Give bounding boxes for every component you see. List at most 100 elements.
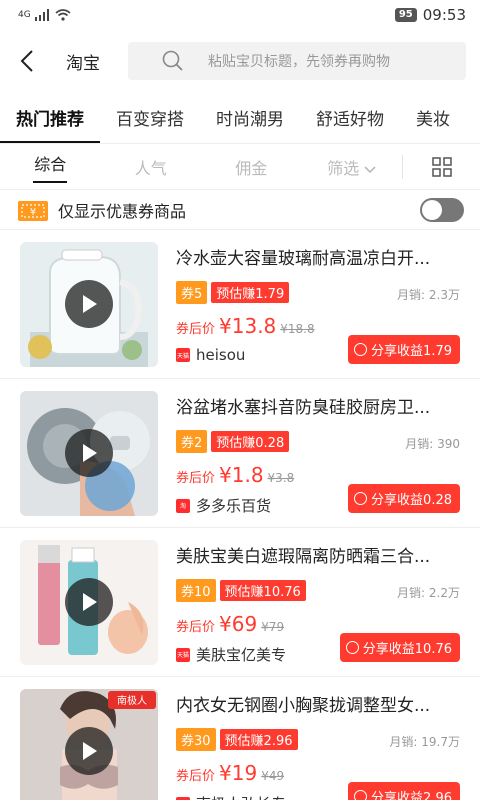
share-label: 分享收益2.96: [371, 791, 452, 800]
tmall-icon: 天猫: [176, 796, 190, 800]
product-title[interactable]: 内衣女无钢圈小胸聚拢调整型女...: [176, 691, 450, 716]
price-label: 券后价: [176, 322, 216, 337]
taobao-icon: 淘: [176, 498, 190, 513]
share-icon: [354, 492, 368, 505]
play-icon[interactable]: [65, 727, 113, 775]
price-value: ¥13.8: [219, 314, 277, 338]
product-title[interactable]: 浴盆堵水塞抖音防臭硅胶厨房卫...: [176, 393, 450, 418]
product-title[interactable]: 美肤宝美白遮瑕隔离防晒霜三合...: [176, 542, 450, 567]
price-label: 券后价: [176, 769, 216, 784]
coupon-filter-label: 仅显示优惠券商品: [58, 201, 187, 221]
coupon-badge: 券30: [176, 728, 216, 751]
earn-badge: 预估赚1.79: [211, 282, 290, 303]
monthly-sales: 月销: 2.3万: [397, 288, 460, 302]
original-price: ¥49: [261, 769, 285, 783]
coupon-icon: ¥: [18, 200, 48, 221]
product-thumbnail[interactable]: 南极人: [20, 689, 158, 800]
search-input[interactable]: 粘贴宝贝标题，先领券再购物: [128, 42, 466, 80]
share-earnings-button[interactable]: 分享收益1.79: [348, 335, 460, 364]
original-price: ¥79: [261, 620, 285, 634]
share-earnings-button[interactable]: 分享收益0.28: [348, 484, 460, 513]
play-icon[interactable]: [65, 280, 113, 328]
share-label: 分享收益10.76: [362, 642, 452, 657]
monthly-sales: 月销: 390: [405, 437, 460, 451]
coupon-badge: 券2: [176, 430, 208, 453]
coupon-filter-row: ¥ 仅显示优惠券商品: [0, 190, 480, 230]
share-earnings-button[interactable]: 分享收益10.76: [339, 633, 460, 662]
tab-outfits[interactable]: 百变穿搭: [100, 92, 200, 143]
svg-text:南极人: 南极人: [117, 694, 147, 707]
monthly-sales: 月销: 2.2万: [397, 586, 460, 600]
status-bar: 4G 95 09:53: [0, 0, 480, 30]
earn-badge: 预估赚0.28: [211, 431, 290, 452]
sort-commission[interactable]: 佣金: [201, 155, 302, 179]
share-label: 分享收益0.28: [371, 493, 452, 508]
monthly-sales: 月销: 19.7万: [389, 735, 460, 749]
battery-indicator: 95: [394, 8, 417, 22]
page-title: 淘宝: [66, 53, 100, 74]
product-item[interactable]: 浴盆堵水塞抖音防臭硅胶厨房卫... 券2 预估赚0.28 月销: 390 券后价…: [0, 379, 480, 528]
tmall-icon: 天猫: [176, 348, 190, 362]
coupon-filter-toggle[interactable]: [420, 197, 464, 222]
play-icon[interactable]: [65, 578, 113, 626]
price-label: 券后价: [176, 620, 216, 635]
product-info: 内衣女无钢圈小胸聚拢调整型女... 券30 预估赚2.96 月销: 19.7万 …: [176, 689, 460, 800]
clock: 09:53: [422, 6, 466, 24]
tmall-icon: 天猫: [176, 647, 190, 662]
price-value: ¥1.8: [219, 463, 264, 487]
tab-beauty[interactable]: 美妆: [400, 92, 466, 143]
product-thumbnail[interactable]: [20, 242, 158, 367]
sort-filter[interactable]: 筛选: [302, 155, 403, 179]
product-info: 美肤宝美白遮瑕隔离防晒霜三合... 券10 预估赚10.76 月销: 2.2万 …: [176, 540, 460, 664]
sort-bar: 综合 人气 佣金 筛选: [0, 144, 480, 190]
product-title[interactable]: 冷水壶大容量玻璃耐高温凉白开...: [176, 244, 450, 269]
header: 淘宝 粘贴宝贝标题，先领券再购物: [0, 30, 480, 92]
product-thumbnail[interactable]: [20, 391, 158, 516]
search-icon: [162, 50, 183, 71]
shop-name: heisou: [196, 346, 246, 364]
shop-name: 美肤宝亿美专: [196, 646, 287, 664]
original-price: ¥3.8: [267, 471, 295, 485]
wifi-icon: [55, 9, 71, 21]
product-info: 冷水壶大容量玻璃耐高温凉白开... 券5 预估赚1.79 月销: 2.3万 券后…: [176, 242, 460, 366]
product-list: 冷水壶大容量玻璃耐高温凉白开... 券5 预估赚1.79 月销: 2.3万 券后…: [0, 230, 480, 800]
share-icon: [354, 343, 368, 356]
chevron-down-icon: [364, 165, 376, 173]
shop-name: 南极人弘长专: [196, 793, 286, 800]
share-earnings-button[interactable]: 分享收益2.96: [348, 782, 460, 800]
sort-overall[interactable]: 综合: [0, 151, 101, 183]
product-thumbnail[interactable]: [20, 540, 158, 665]
share-icon: [345, 641, 359, 654]
product-item[interactable]: 冷水壶大容量玻璃耐高温凉白开... 券5 预估赚1.79 月销: 2.3万 券后…: [0, 230, 480, 379]
product-item[interactable]: 南极人 内衣女无钢圈小胸聚拢调整型女... 券30 预估赚2.96 月销: 19…: [0, 677, 480, 800]
share-icon: [354, 790, 368, 800]
price-value: ¥69: [219, 612, 258, 636]
tab-hot[interactable]: 热门推荐: [0, 92, 100, 143]
earn-badge: 预估赚10.76: [219, 580, 306, 601]
price-value: ¥19: [219, 761, 258, 785]
coupon-badge: 券10: [176, 579, 216, 602]
sort-popularity[interactable]: 人气: [101, 155, 202, 179]
price-label: 券后价: [176, 471, 216, 486]
category-tabs: 热门推荐 百变穿搭 时尚潮男 舒适好物 美妆: [0, 92, 480, 144]
search-placeholder: 粘贴宝贝标题，先领券再购物: [208, 54, 390, 70]
sort-overall-label: 综合: [34, 154, 67, 174]
tab-comfort[interactable]: 舒适好物: [300, 92, 400, 143]
grid-icon: [431, 156, 452, 177]
play-icon[interactable]: [65, 429, 113, 477]
back-button[interactable]: [20, 46, 46, 76]
coupon-badge: 券5: [176, 281, 208, 304]
network-label: 4G: [18, 10, 31, 20]
earn-badge: 预估赚2.96: [219, 729, 298, 750]
svg-text:¥: ¥: [30, 207, 36, 218]
shop-name: 多多乐百货: [196, 497, 272, 515]
original-price: ¥18.8: [280, 322, 315, 336]
product-info: 浴盆堵水塞抖音防臭硅胶厨房卫... 券2 预估赚0.28 月销: 390 券后价…: [176, 391, 460, 515]
sort-filter-label: 筛选: [327, 158, 360, 178]
chevron-left-icon: [20, 50, 33, 72]
grid-view-button[interactable]: [402, 154, 480, 179]
tab-menswear[interactable]: 时尚潮男: [200, 92, 300, 143]
signal-icon: [34, 9, 49, 21]
share-label: 分享收益1.79: [371, 344, 452, 359]
product-item[interactable]: 美肤宝美白遮瑕隔离防晒霜三合... 券10 预估赚10.76 月销: 2.2万 …: [0, 528, 480, 677]
